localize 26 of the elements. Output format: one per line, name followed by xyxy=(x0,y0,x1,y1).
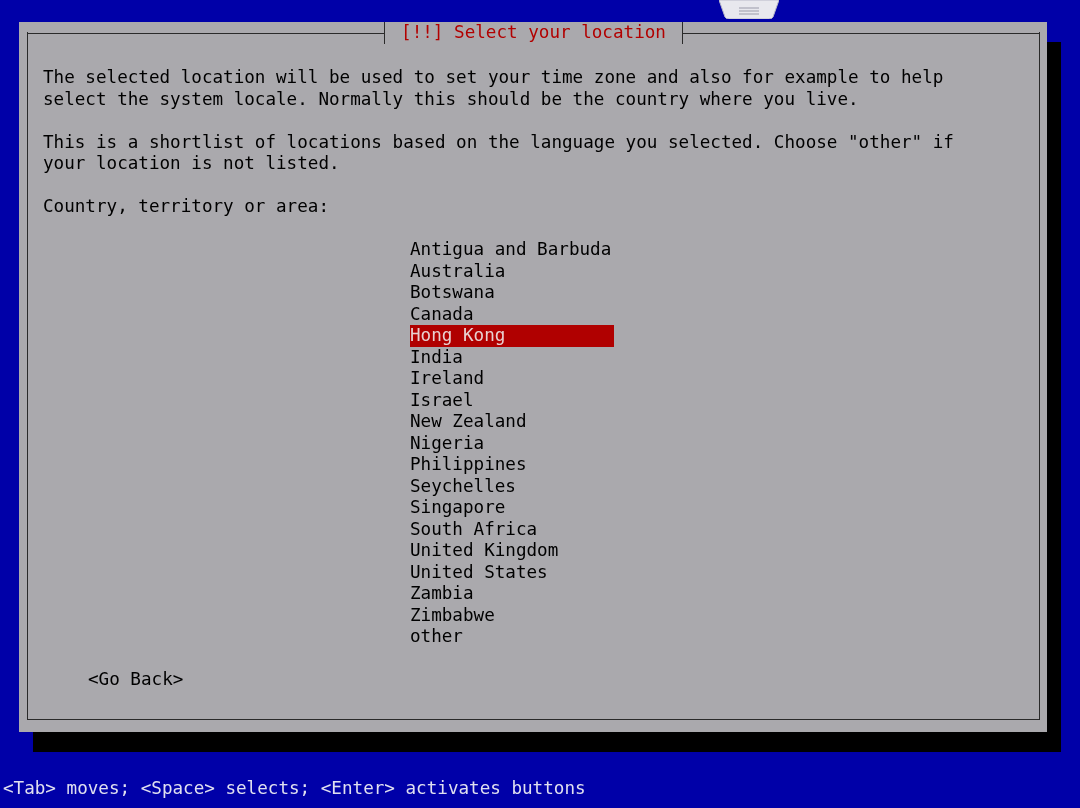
country-option[interactable]: Antigua and Barbuda xyxy=(410,239,614,261)
country-option[interactable]: United States xyxy=(410,561,614,583)
country-option[interactable]: Zimbabwe xyxy=(410,604,614,626)
dialog-title: [!!] Select your location xyxy=(384,22,683,44)
country-option[interactable]: Seychelles xyxy=(410,475,614,497)
country-option[interactable]: Australia xyxy=(410,260,614,282)
country-option[interactable]: Botswana xyxy=(410,282,614,304)
country-option[interactable]: Canada xyxy=(410,303,614,325)
country-option[interactable]: New Zealand xyxy=(410,411,614,433)
description-text: This is a shortlist of locations based on the language you selected. Choose "other" if your location is not listed. xyxy=(43,131,954,175)
country-option[interactable]: Philippines xyxy=(410,454,614,476)
country-option[interactable]: Ireland xyxy=(410,368,614,390)
key-hint-text: <Tab> moves; <Space> selects; <Enter> activates buttons xyxy=(2,777,586,800)
description-text: The selected location will be used to set your time zone and also for example to help select the system locale. Normally this should be the country where you live. xyxy=(43,67,944,110)
country-option[interactable]: United Kingdom xyxy=(410,540,614,562)
country-option[interactable]: India xyxy=(410,346,614,368)
go-back-button[interactable]: <Go Back> xyxy=(88,669,184,691)
country-option[interactable]: Singapore xyxy=(410,497,614,519)
country-option[interactable]: Zambia xyxy=(410,583,614,605)
tab-handle-icon xyxy=(719,0,779,19)
country-option[interactable]: Hong Kong xyxy=(410,325,614,347)
country-option[interactable]: other xyxy=(410,626,614,648)
prompt-label: Country, territory or area: xyxy=(43,196,329,218)
country-option[interactable]: South Africa xyxy=(410,518,614,540)
country-option[interactable]: Nigeria xyxy=(410,432,614,454)
country-option[interactable]: Israel xyxy=(410,389,614,411)
